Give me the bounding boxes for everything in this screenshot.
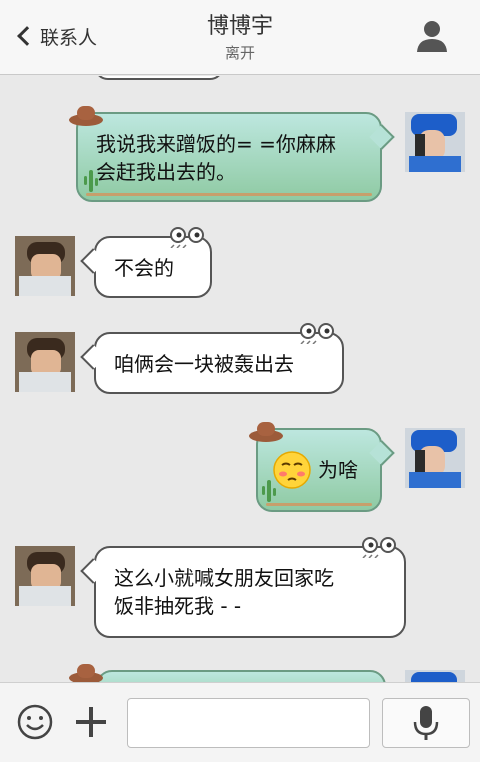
my-avatar[interactable] [405, 112, 465, 172]
cowboy-hat-icon [69, 664, 103, 682]
message-text: 这么小就喊女朋友回家吃 饭非抽死我 - - [114, 566, 334, 618]
chat-header: 联系人 博博宇 离开 [0, 0, 480, 75]
contact-name: 博博宇 [206, 14, 273, 39]
incoming-message[interactable]: 不会的 [94, 227, 212, 298]
contact-avatar[interactable] [15, 546, 75, 606]
message-list[interactable]: 我说我来蹭饭的= =你麻麻 会赶我出去的。 不会的 咱俩会一块被轰出去 为啥 这… [0, 76, 480, 682]
embarrassed-face-emoji [273, 451, 311, 489]
message-text: 我说我来蹭饭的= =你麻麻 会赶我出去的。 [96, 132, 336, 184]
microphone-icon [413, 706, 439, 740]
dizzy-eyes-icon [170, 227, 204, 248]
ground-line [86, 193, 372, 196]
cowboy-hat-icon [69, 106, 103, 126]
smiley-icon [17, 704, 53, 740]
message-text: 为啥 [318, 458, 358, 482]
incoming-message[interactable]: 这么小就喊女朋友回家吃 饭非抽死我 - - [94, 537, 406, 638]
ground-line [266, 503, 372, 506]
plus-icon [76, 707, 106, 737]
contact-status: 离开 [224, 44, 255, 62]
message-input[interactable] [127, 698, 370, 748]
message-content: 为啥 [272, 450, 366, 490]
contact-avatar[interactable] [15, 332, 75, 392]
voice-button[interactable] [382, 698, 470, 748]
my-avatar[interactable] [405, 670, 465, 682]
person-icon [417, 21, 447, 52]
contact-avatar[interactable] [15, 236, 75, 296]
incoming-message[interactable]: 咱俩会一块被轰出去 [94, 323, 344, 394]
profile-button[interactable] [414, 18, 450, 54]
outgoing-message[interactable]: 我说我来蹭饭的= =你麻麻 会赶我出去的。 [69, 106, 382, 202]
cowboy-hat-icon [249, 422, 283, 442]
plus-button[interactable] [72, 703, 110, 741]
previous-message-bubble [94, 76, 224, 80]
my-avatar[interactable] [405, 428, 465, 488]
input-bar [0, 682, 480, 762]
outgoing-message-partial[interactable] [69, 664, 386, 682]
message-text: 咱俩会一块被轰出去 [114, 352, 294, 376]
outgoing-message[interactable]: 为啥 [249, 422, 382, 512]
emoji-button[interactable] [16, 703, 54, 741]
dizzy-eyes-icon [362, 537, 396, 558]
message-text: 不会的 [114, 256, 174, 280]
dizzy-eyes-icon [300, 323, 334, 344]
